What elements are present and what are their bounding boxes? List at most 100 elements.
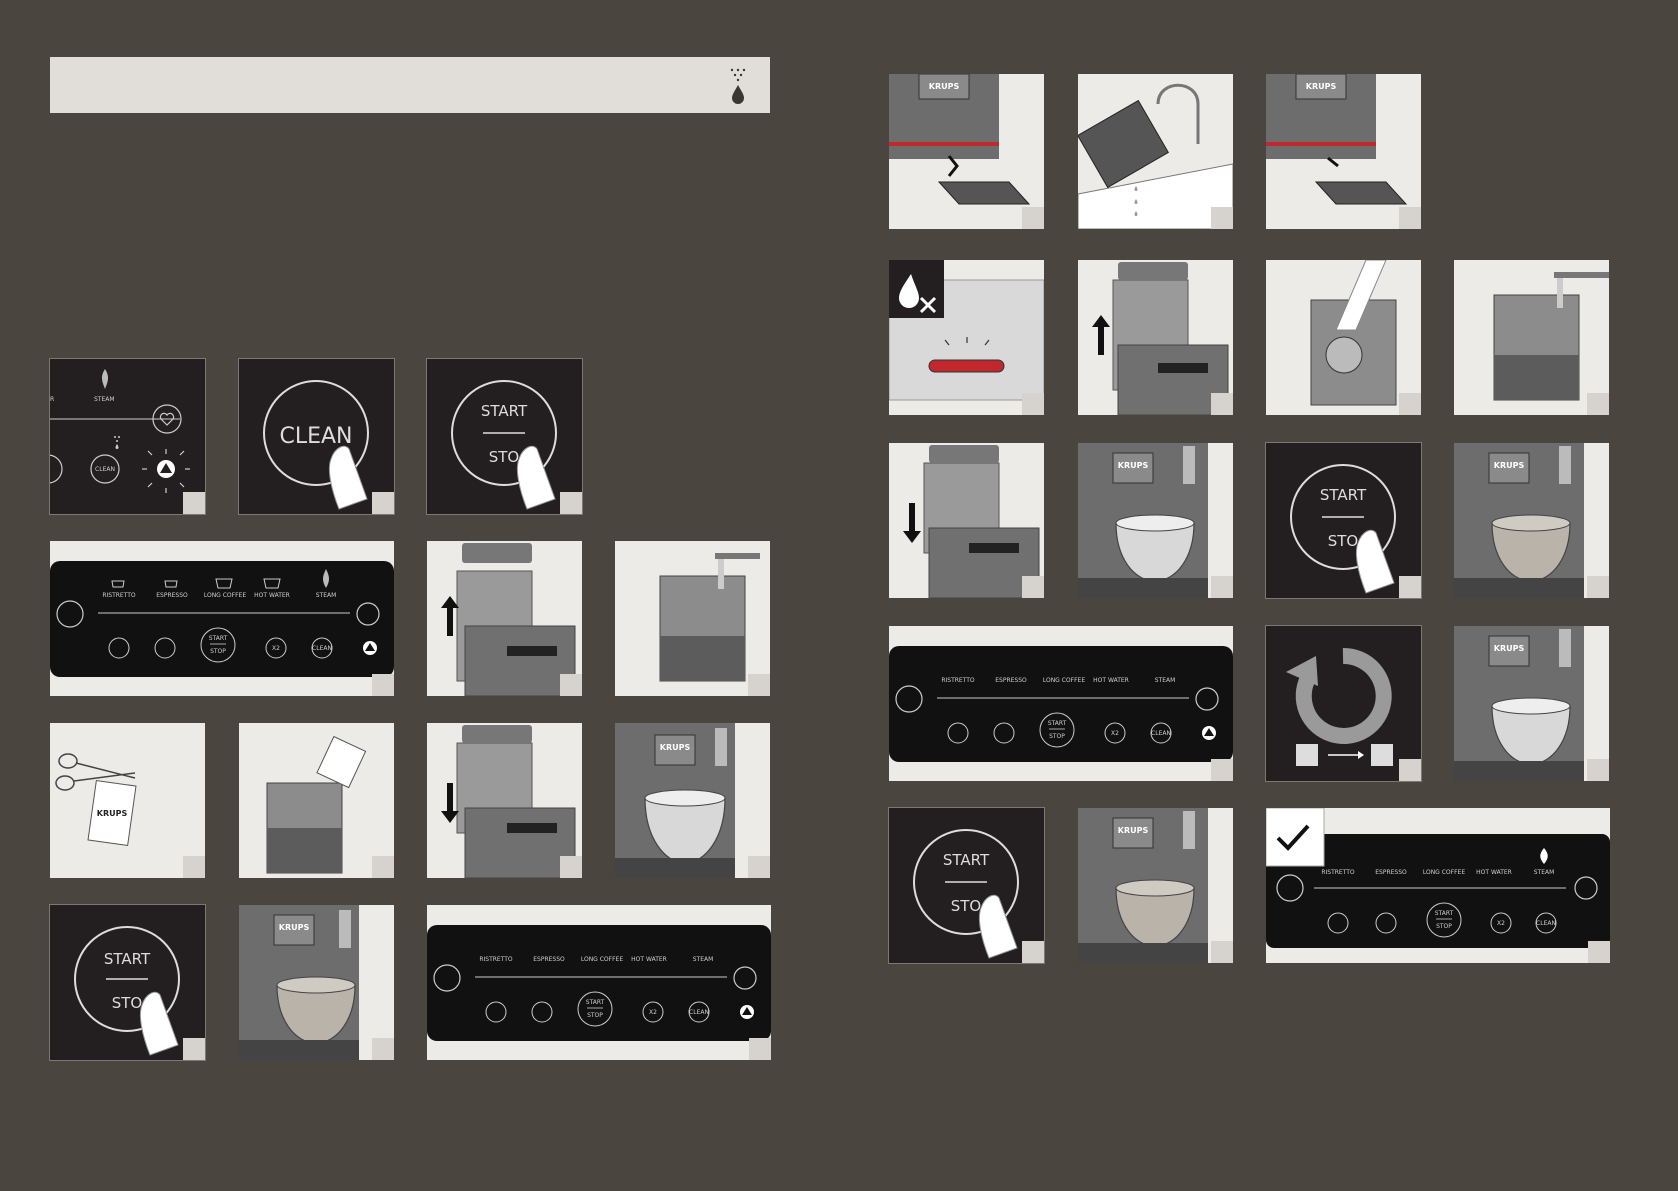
step-number-box	[560, 856, 582, 878]
step-number-box	[748, 674, 770, 696]
tile-panel-done: RISTRETTO ESPRESSO LONG COFFEE HOT WATER…	[1266, 808, 1610, 963]
tile-bowl-filling-3: KRUPS	[1078, 808, 1233, 963]
step-number-box	[372, 492, 394, 514]
start-small: START	[586, 999, 605, 1006]
tile-pour-sachet	[239, 723, 394, 878]
tile-control-panel-1: RISTRETTO ESPRESSO LONG COFFEE HOT WATER…	[50, 541, 394, 696]
tile-control-panel-3: RISTRETTO ESPRESSO LONG COFFEE HOT WATER…	[889, 626, 1233, 781]
tile-remove-drip-tray: KRUPS	[889, 74, 1044, 229]
drink-label: ESPRESSO	[995, 677, 1027, 684]
drink-label: STEAM	[693, 956, 714, 963]
step-number-box	[1399, 393, 1421, 415]
brand-label: KRUPS	[1494, 644, 1525, 653]
drink-label: STEAM	[1534, 869, 1555, 876]
tile-press-start-2: START STO	[49, 904, 206, 1061]
stop-small: STOP	[587, 1012, 603, 1019]
step-number-box	[748, 856, 770, 878]
start-label: START	[943, 851, 990, 869]
brand-label: KRUPS	[929, 82, 960, 91]
drink-label: STEAM	[316, 592, 337, 599]
tile-press-start-4: START STO	[888, 807, 1045, 964]
drink-label: ESPRESSO	[533, 956, 565, 963]
step-number-box	[1022, 207, 1044, 229]
stop-partial-label: STO	[951, 897, 982, 915]
clean-small: CLEAN	[689, 1009, 709, 1016]
drink-label: STEAM	[1155, 677, 1176, 684]
tile-panel-zoom-warning: STEAM R CLEAN	[49, 358, 206, 515]
steam-drop-icon	[730, 68, 746, 104]
drink-label: RISTRETTO	[102, 592, 136, 599]
step-number-box	[1022, 393, 1044, 415]
drink-label: HOT WATER	[1093, 677, 1129, 684]
tile-filter-remove	[1266, 260, 1421, 415]
r-label: R	[50, 396, 54, 403]
tile-rinse-drip-tray	[1078, 74, 1233, 229]
step-number-box	[1211, 941, 1233, 963]
step-number-box	[1587, 393, 1609, 415]
step-number-box	[1587, 759, 1609, 781]
tile-bowl-filling-2: KRUPS	[1454, 443, 1609, 598]
stop-small: STOP	[1436, 923, 1452, 930]
tile-water-empty-light	[889, 260, 1044, 415]
tile-press-clean: CLEAN	[238, 358, 395, 515]
tile-press-start-3: START STO	[1265, 442, 1422, 599]
stop-partial-label: STO	[489, 448, 520, 466]
steam-label: STEAM	[94, 396, 115, 403]
step-number-box	[1022, 576, 1044, 598]
tile-place-bowl-2: KRUPS	[1078, 443, 1233, 598]
drink-label: HOT WATER	[1476, 869, 1512, 876]
brand-label: KRUPS	[1494, 461, 1525, 470]
brand-label: KRUPS	[660, 743, 691, 752]
step-number-box	[372, 1038, 394, 1060]
step-number-box	[1399, 759, 1421, 781]
step-number-box	[1211, 393, 1233, 415]
tile-bowl-filling: KRUPS	[239, 905, 394, 1060]
drink-label: HOT WATER	[631, 956, 667, 963]
drink-label: RISTRETTO	[479, 956, 513, 963]
x2-small: X2	[1111, 730, 1119, 737]
tile-insert-drip-tray: KRUPS	[1266, 74, 1421, 229]
step-number-box	[560, 492, 582, 514]
clean-small: CLEAN	[1536, 920, 1556, 927]
step-number-box	[1399, 576, 1421, 598]
tile-repeat-cycle	[1265, 625, 1422, 782]
x2-small: X2	[272, 645, 280, 652]
start-small: START	[209, 635, 228, 642]
drink-label: LONG COFFEE	[581, 956, 624, 963]
tile-remove-tank-2	[1078, 260, 1233, 415]
drink-label: RISTRETTO	[1321, 869, 1355, 876]
clean-button-label: CLEAN	[279, 424, 352, 449]
drink-label: HOT WATER	[254, 592, 290, 599]
step-number-box	[183, 856, 205, 878]
start-small: START	[1435, 910, 1454, 917]
tile-insert-tank-2	[889, 443, 1044, 598]
step-number-box	[372, 674, 394, 696]
stop-partial-label: STO	[112, 994, 143, 1012]
step-number-box	[1211, 759, 1233, 781]
drink-label: RISTRETTO	[941, 677, 975, 684]
x2-small: X2	[1497, 920, 1505, 927]
step-number-box	[1211, 207, 1233, 229]
drink-label: ESPRESSO	[156, 592, 188, 599]
start-small: START	[1048, 720, 1067, 727]
x2-small: X2	[649, 1009, 657, 1016]
step-number-box	[183, 492, 205, 514]
step-number-box	[1022, 941, 1044, 963]
start-label: START	[1320, 486, 1367, 504]
step-number-box	[183, 1038, 205, 1060]
clean-small-label: CLEAN	[95, 466, 115, 473]
tile-fill-tank-2	[1454, 260, 1609, 415]
brand-label: KRUPS	[1306, 82, 1337, 91]
start-label: START	[104, 950, 151, 968]
step-number-box	[1587, 576, 1609, 598]
tile-place-bowl: KRUPS	[615, 723, 770, 878]
brand-label: KRUPS	[279, 923, 310, 932]
drink-label: ESPRESSO	[1375, 869, 1407, 876]
stop-small: STOP	[1049, 733, 1065, 740]
section-header-bar	[50, 57, 770, 113]
stop-small: STOP	[210, 648, 226, 655]
tile-insert-tank	[427, 723, 582, 878]
step-number-box	[1211, 576, 1233, 598]
tile-fill-tank	[615, 541, 770, 696]
step-number-box	[560, 674, 582, 696]
